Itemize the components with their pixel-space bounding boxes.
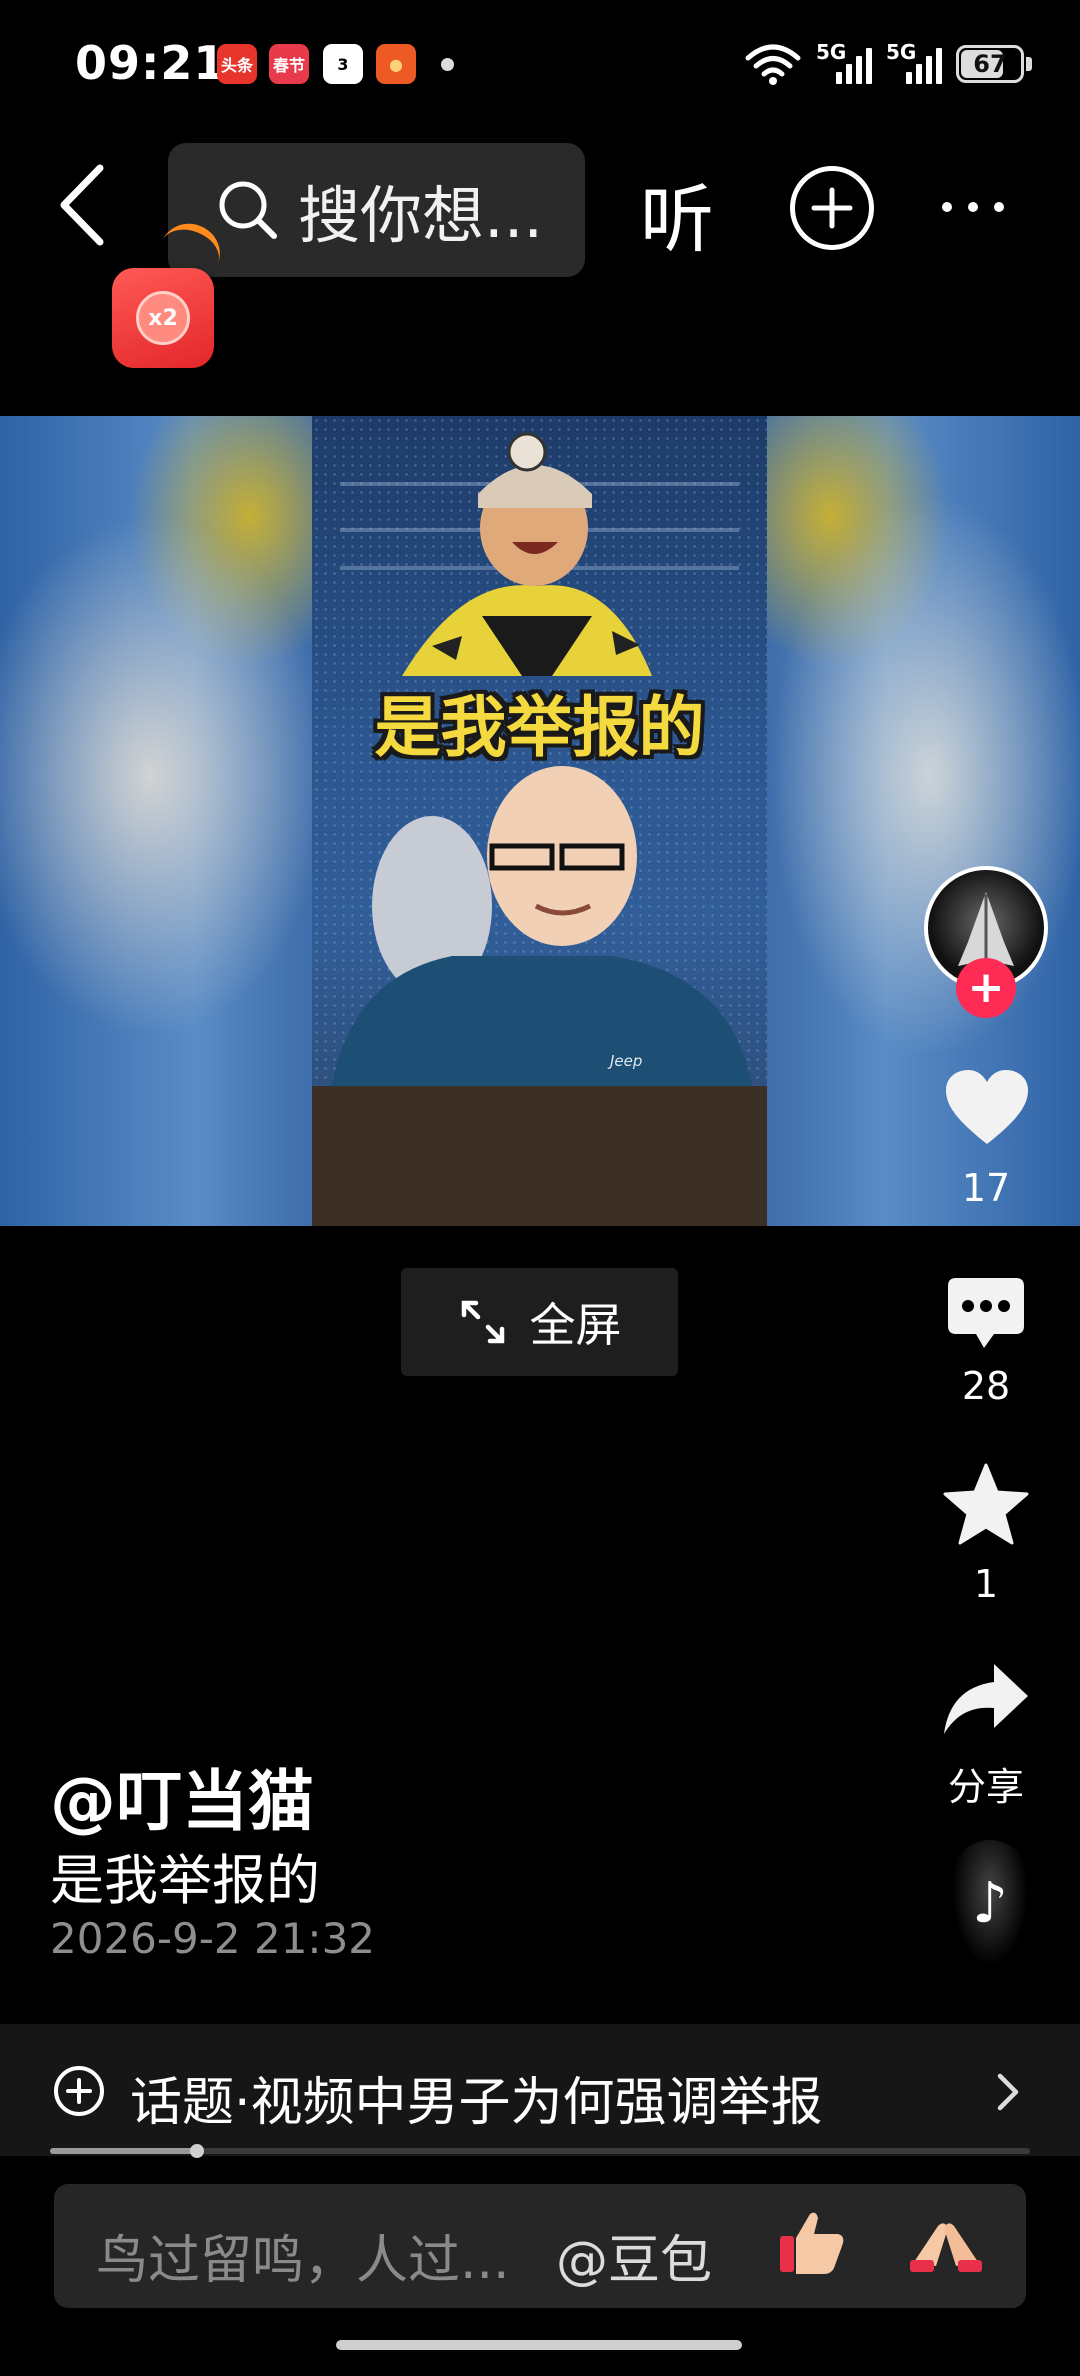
battery-cap	[1026, 57, 1032, 71]
thumbs-up-icon	[780, 2212, 844, 2274]
cellular-signal-icon: 5G	[816, 40, 872, 86]
search-input[interactable]: 搜你想...	[168, 143, 585, 277]
expand-icon	[461, 1300, 504, 1344]
comment-bubble-icon	[948, 1278, 1024, 1348]
notification-app-icon: ●	[376, 44, 416, 84]
search-placeholder: 搜你想...	[298, 179, 544, 252]
favorite-count: 1	[973, 1562, 999, 1606]
author-name[interactable]: @叮当猫	[50, 1748, 314, 1844]
comment-count: 28	[961, 1364, 1011, 1408]
like-count: 17	[961, 1166, 1011, 1210]
red-packet-button[interactable]: x2	[112, 268, 214, 368]
status-icons: 5G 5G 67	[744, 40, 1032, 88]
chevron-left-icon	[60, 164, 104, 246]
app-icon-label: 春节	[272, 56, 305, 75]
comment-placeholder: 鸟过留鸣，人过...	[96, 2231, 510, 2291]
cellular-signal-icon: 5G	[886, 40, 942, 86]
more-options-button[interactable]	[942, 202, 1004, 212]
thumbs-up-emoji-button[interactable]	[776, 2206, 848, 2282]
star-icon	[943, 1463, 1029, 1545]
add-button[interactable]	[790, 166, 874, 250]
notification-app-icon: 春节	[269, 44, 309, 84]
shirt-logo: Jeep	[610, 1052, 643, 1070]
comment-button[interactable]	[946, 1276, 1026, 1356]
topic-plus-icon	[54, 2066, 104, 2116]
back-button[interactable]	[50, 160, 120, 250]
heart-icon	[946, 1070, 1028, 1144]
topic-text: 话题·视频中男子为何强调举报	[130, 2073, 823, 2133]
video-progress-fill	[50, 2148, 197, 2154]
app-icon-label: 3	[337, 54, 349, 74]
home-indicator[interactable]	[336, 2340, 742, 2350]
favorite-button[interactable]	[942, 1462, 1030, 1550]
post-description: 是我举报的	[50, 1849, 320, 1912]
video-person-top	[402, 432, 652, 676]
clapping-hands-icon	[910, 2223, 982, 2272]
plus-icon	[66, 2078, 92, 2104]
fullscreen-button[interactable]: 全屏	[401, 1268, 678, 1376]
post-date: 2026-9-2 21:32	[50, 1914, 376, 1963]
music-note-icon: ♪	[972, 1870, 1008, 1936]
fullscreen-label: 全屏	[529, 1298, 622, 1352]
status-time: 09:21	[75, 36, 227, 90]
battery-level: 67	[973, 50, 1007, 78]
share-arrow-icon	[944, 1664, 1028, 1734]
clap-emoji-button[interactable]	[908, 2206, 984, 2282]
wifi-icon	[745, 44, 801, 85]
video-person-bottom	[312, 766, 767, 1226]
notification-calendar-icon: 3	[323, 44, 363, 84]
like-button[interactable]	[944, 1068, 1030, 1152]
battery-icon: 67	[956, 45, 1024, 83]
app-icon-label: ●	[389, 54, 403, 74]
app-icon-label: 头条	[220, 56, 253, 75]
follow-button[interactable]: +	[956, 958, 1016, 1018]
search-icon	[219, 181, 277, 239]
mention-doubao-button[interactable]: @豆包	[556, 2218, 712, 2293]
video-player[interactable]: 是我举报的 Jeep	[312, 416, 767, 1226]
more-notifications-dot	[441, 58, 454, 71]
plus-icon	[811, 187, 853, 229]
video-progress-handle[interactable]	[190, 2144, 204, 2158]
red-packet-multiplier: x2	[136, 291, 190, 345]
share-label: 分享	[947, 1765, 1024, 1809]
share-button[interactable]	[942, 1660, 1030, 1744]
notification-app-icon: 头条	[217, 44, 257, 84]
listen-button[interactable]: 听	[640, 160, 714, 267]
chevron-right-icon	[994, 2072, 1022, 2116]
music-disc-button[interactable]: ♪	[952, 1840, 1028, 1966]
